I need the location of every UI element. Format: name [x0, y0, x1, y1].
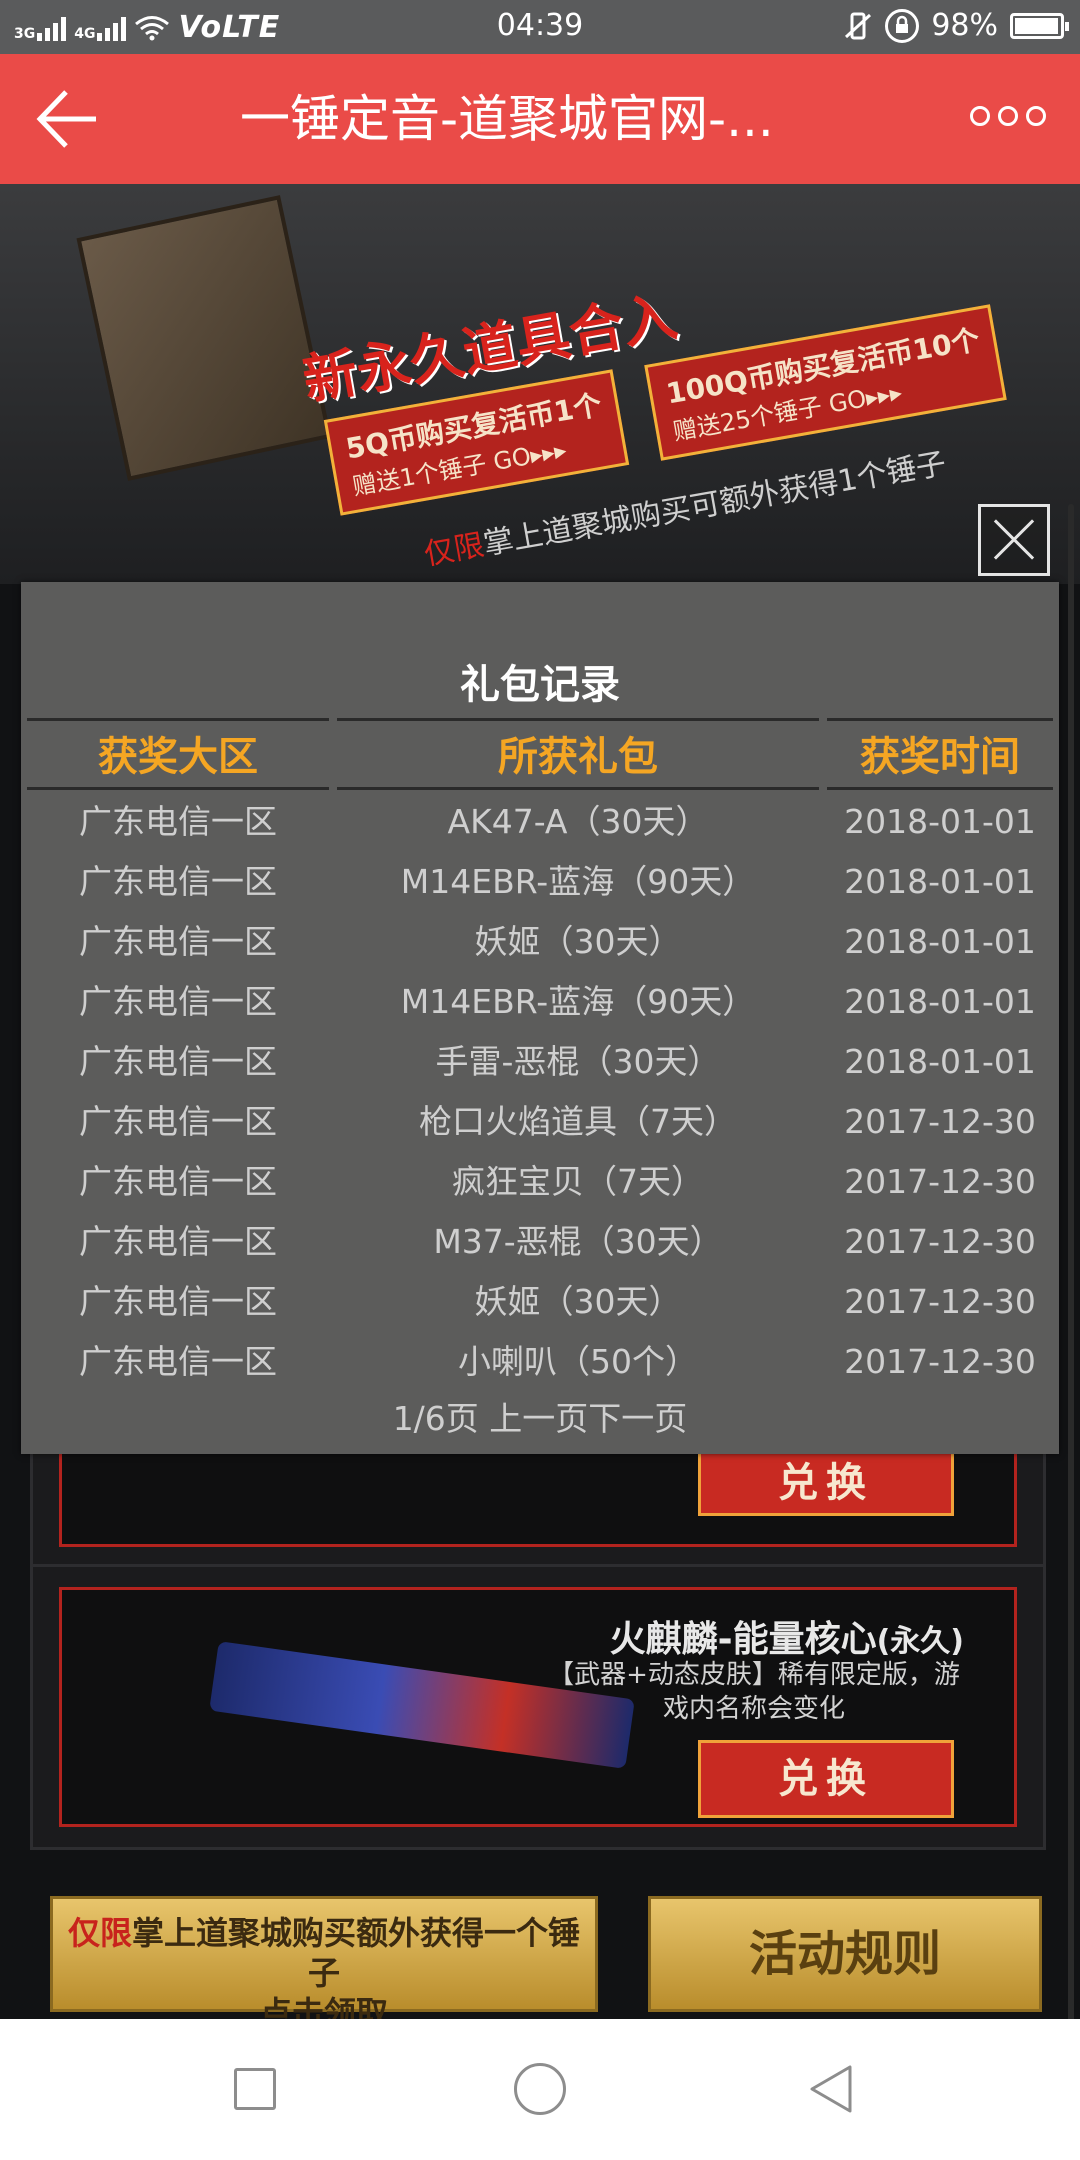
promo-banner: 新永久道具合入 5Q币购买复活币1个 赠送1个锤子 GO▸▸▸ 100Q币购买复…: [0, 184, 1080, 584]
cell-time: 2018-01-01: [844, 862, 1036, 901]
gift-record-dialog: 礼包记录 获奖大区 所获礼包 获奖时间 广东电信一区 AK47-A（30天） 201…: [21, 582, 1059, 1454]
go-arrow: GO▸▸▸: [491, 435, 569, 477]
battery-percent: 98%: [931, 8, 998, 43]
claim-line-1: 仅限掌上道聚城购买额外获得一个锤子: [67, 1914, 581, 1992]
cell-gift: M14EBR-蓝海（90天）: [400, 982, 756, 1021]
cell-region: 广东电信一区: [79, 1162, 277, 1201]
cell-gift: M37-恶棍（30天）: [433, 1222, 723, 1261]
exchange-card-2: 火麒麟-能量核心(永久) 【武器+动态皮肤】稀有限定版，游戏内名称会变化 兑换: [30, 1564, 1046, 1850]
rotation-lock-icon: [885, 8, 920, 43]
prev-page-link[interactable]: 上一页: [489, 1399, 588, 1438]
cell-time: 2017-12-30: [844, 1342, 1036, 1381]
cell-time: 2017-12-30: [844, 1102, 1036, 1141]
cell-gift: 枪口火焰道具（7天）: [419, 1102, 737, 1141]
cell-gift: 手雷-恶棍（30天）: [435, 1042, 721, 1081]
cell-time: 2017-12-30: [844, 1162, 1036, 1201]
table-row: 广东电信一区 M14EBR-蓝海（90天） 2018-01-01: [21, 972, 1059, 1032]
cell-region: 广东电信一区: [79, 922, 277, 961]
app-bar: 一锤定音-道聚城官网-...: [0, 54, 1080, 184]
cell-gift: M14EBR-蓝海（90天）: [400, 862, 756, 901]
record-table: 广东电信一区 AK47-A（30天） 2018-01-01 广东电信一区 M14EBR…: [21, 792, 1059, 1392]
cell-time: 2018-01-01: [844, 1042, 1036, 1081]
rules-button[interactable]: 活动规则: [648, 1896, 1042, 2012]
table-row: 广东电信一区 AK47-A（30天） 2018-01-01: [21, 792, 1059, 852]
table-row: 广东电信一区 M37-恶棍（30天） 2017-12-30: [21, 1212, 1059, 1272]
table-row: 广东电信一区 疯狂宝贝（7天） 2017-12-30: [21, 1152, 1059, 1212]
next-page-link[interactable]: 下一页: [588, 1399, 687, 1438]
promo-box-2[interactable]: 100Q币购买复活币10个 赠送25个锤子 GO▸▸▸: [644, 304, 1007, 461]
header-time: 获奖时间: [827, 718, 1053, 790]
table-row: 广东电信一区 手雷-恶棍（30天） 2018-01-01: [21, 1032, 1059, 1092]
status-right: 98%: [843, 8, 1069, 43]
cell-time: 2018-01-01: [844, 922, 1036, 961]
card-inner: 火麒麟-能量核心(永久) 【武器+动态皮肤】稀有限定版，游戏内名称会变化 兑换: [59, 1587, 1017, 1827]
dialog-title: 礼包记录: [460, 662, 620, 708]
header-gift: 所获礼包: [337, 718, 819, 790]
more-options-icon[interactable]: [970, 106, 1046, 126]
back-triangle-icon[interactable]: [806, 2063, 856, 2115]
cell-gift: 疯狂宝贝（7天）: [452, 1162, 704, 1201]
page-title: 一锤定音-道聚城官网-...: [240, 90, 774, 148]
cell-gift: 妖姬（30天）: [474, 1282, 682, 1321]
go-arrow: GO▸▸▸: [826, 378, 905, 419]
cell-region: 广东电信一区: [79, 1042, 277, 1081]
table-row: 广东电信一区 妖姬（30天） 2017-12-30: [21, 1272, 1059, 1332]
close-icon[interactable]: [978, 504, 1050, 576]
cell-region: 广东电信一区: [79, 1282, 277, 1321]
header-region: 获奖大区: [27, 718, 329, 790]
claim-button[interactable]: 仅限掌上道聚城购买额外获得一个锤子 点击领取: [50, 1896, 598, 2019]
bottom-buttons: 仅限掌上道聚城购买额外获得一个锤子 点击领取 活动规则: [0, 1896, 1080, 2019]
item-description: 【武器+动态皮肤】稀有限定版，游戏内名称会变化: [548, 1660, 960, 1724]
pagination: 1/6页 上一页下一页: [21, 1392, 1059, 1440]
table-row: 广东电信一区 小喇叭（50个） 2017-12-30: [21, 1332, 1059, 1392]
cell-gift: AK47-A（30天）: [447, 802, 709, 841]
item-title: 火麒麟-能量核心(永久): [609, 1619, 964, 1660]
table-row: 广东电信一区 枪口火焰道具（7天） 2017-12-30: [21, 1092, 1059, 1152]
page-info: 1/6页: [392, 1399, 479, 1438]
status-bar: 3G 4G VoLTE 04:39 98%: [0, 0, 1080, 54]
cell-region: 广东电信一区: [79, 802, 277, 841]
claim-line-2: 点击领取: [259, 1994, 388, 2019]
cell-region: 广东电信一区: [79, 1222, 277, 1261]
scrollbar[interactable]: [1068, 504, 1074, 2019]
recent-apps-icon[interactable]: [234, 2068, 276, 2110]
cell-gift: 小喇叭（50个）: [458, 1342, 698, 1381]
home-icon[interactable]: [514, 2063, 566, 2115]
cell-time: 2017-12-30: [844, 1282, 1036, 1321]
cell-time: 2018-01-01: [844, 982, 1036, 1021]
cell-region: 广东电信一区: [79, 1342, 277, 1381]
back-arrow-icon[interactable]: [34, 84, 104, 154]
exchange-button-1[interactable]: 兑换: [698, 1450, 954, 1516]
table-row: 广东电信一区 M14EBR-蓝海（90天） 2018-01-01: [21, 852, 1059, 912]
hammer-image: [76, 195, 332, 481]
vibrate-icon: [845, 12, 872, 39]
system-nav-bar: [0, 2019, 1080, 2160]
battery-icon: [1010, 12, 1069, 39]
cell-time: 2017-12-30: [844, 1222, 1036, 1261]
cell-region: 广东电信一区: [79, 862, 277, 901]
battery-fill: [1015, 17, 1058, 34]
cell-region: 广东电信一区: [79, 982, 277, 1021]
cell-region: 广东电信一区: [79, 1102, 277, 1141]
cell-gift: 妖姬（30天）: [474, 922, 682, 961]
exchange-button-2[interactable]: 兑换: [698, 1740, 954, 1818]
table-row: 广东电信一区 妖姬（30天） 2018-01-01: [21, 912, 1059, 972]
cell-time: 2018-01-01: [844, 802, 1036, 841]
